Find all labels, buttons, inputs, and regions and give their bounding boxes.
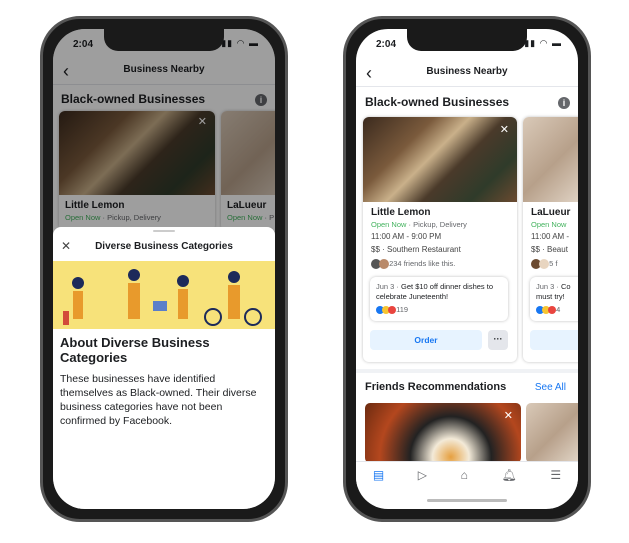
signal-wifi-battery-icon: ▮▮ ◠ ▬ [524, 38, 562, 48]
notch [407, 29, 527, 51]
left-screen: 2:04 ▮▮ ◠ ▬ ‹ Business Nearby Black-owne… [53, 29, 275, 509]
close-icon[interactable]: ✕ [504, 409, 513, 422]
status-time: 2:04 [376, 39, 397, 50]
business-card[interactable]: LaLueur Open Now 11:00 AM - $$ · Beaut 5… [523, 117, 578, 362]
friend-avatar [379, 259, 389, 270]
friend-avatar [539, 259, 549, 270]
more-button[interactable]: ··· [488, 330, 508, 350]
notifications-bell-icon[interactable]: 🔔︎ [502, 468, 517, 482]
business-hours: 11:00 AM - 9:00 PM [371, 232, 442, 241]
info-icon[interactable]: i [558, 97, 570, 109]
bottom-sheet: ✕ Diverse Business Categories About Dive… [53, 227, 275, 509]
sheet-body: These businesses have identified themsel… [60, 373, 257, 427]
business-card[interactable]: ✕ Little Lemon Open Now · Pickup, Delive… [363, 117, 517, 362]
business-name: Little Lemon [371, 207, 431, 218]
menu-icon[interactable]: ☰ [550, 468, 561, 482]
header: ‹ Business Nearby [356, 61, 578, 87]
divider [356, 369, 578, 373]
marketplace-icon[interactable]: ⌂ [461, 468, 468, 482]
people-illustration [63, 269, 262, 326]
business-photo [363, 117, 517, 202]
section-title: Black-owned Businesses [365, 95, 510, 109]
header-title: Business Nearby [426, 66, 508, 77]
recommendation-photo[interactable] [526, 403, 578, 463]
sheet-heading: About Diverse Business Categories [60, 335, 210, 365]
illustration [53, 261, 275, 329]
open-status: Open Now [371, 220, 407, 229]
business-photo [523, 117, 578, 202]
close-icon[interactable]: ✕ [500, 123, 509, 136]
business-details: · Pickup, Delivery [406, 220, 467, 229]
friends-like-text: 234 friends like this. [389, 259, 456, 268]
sheet-title: Diverse Business Categories [95, 241, 233, 252]
reaction-count: 4 [556, 305, 561, 314]
business-hours: 11:00 AM - [531, 232, 570, 241]
friends-like-text: 5 f [549, 259, 558, 268]
news-feed-icon[interactable]: ▤ [373, 468, 384, 482]
post-date: Jun 3 · [376, 282, 402, 291]
see-all-link[interactable]: See All [535, 382, 566, 393]
reaction-count: 119 [396, 305, 409, 314]
post-preview[interactable]: Jun 3 · Co must try! 4 [530, 277, 578, 321]
right-screen: 2:04 ▮▮ ◠ ▬ ‹ Business Nearby Black-owne… [356, 29, 578, 509]
recommendation-photo[interactable]: ✕ [365, 403, 521, 463]
order-button[interactable] [530, 330, 578, 350]
left-phone: 2:04 ▮▮ ◠ ▬ ‹ Business Nearby Black-owne… [40, 16, 288, 522]
post-preview[interactable]: Jun 3 · Get $10 off dinner dishes to cel… [370, 277, 508, 321]
right-phone: 2:04 ▮▮ ◠ ▬ ‹ Business Nearby Black-owne… [343, 16, 591, 522]
home-indicator [427, 499, 507, 502]
drag-handle[interactable] [153, 230, 175, 232]
order-button[interactable]: Order [370, 330, 482, 350]
tab-bar: ▤ ▷ ⌂ 🔔︎ ☰ [356, 461, 578, 487]
post-date: Jun 3 · [536, 282, 562, 291]
love-reaction-icon [388, 306, 396, 315]
business-category: $$ · Beaut [531, 245, 568, 254]
open-status: Open Now [531, 220, 567, 229]
love-reaction-icon [548, 306, 556, 315]
notch [104, 29, 224, 51]
business-category: $$ · Southern Restaurant [371, 245, 461, 254]
watch-icon[interactable]: ▷ [418, 468, 427, 482]
business-name: LaLueur [531, 207, 571, 218]
recommendations-title: Friends Recommendations [365, 381, 507, 393]
